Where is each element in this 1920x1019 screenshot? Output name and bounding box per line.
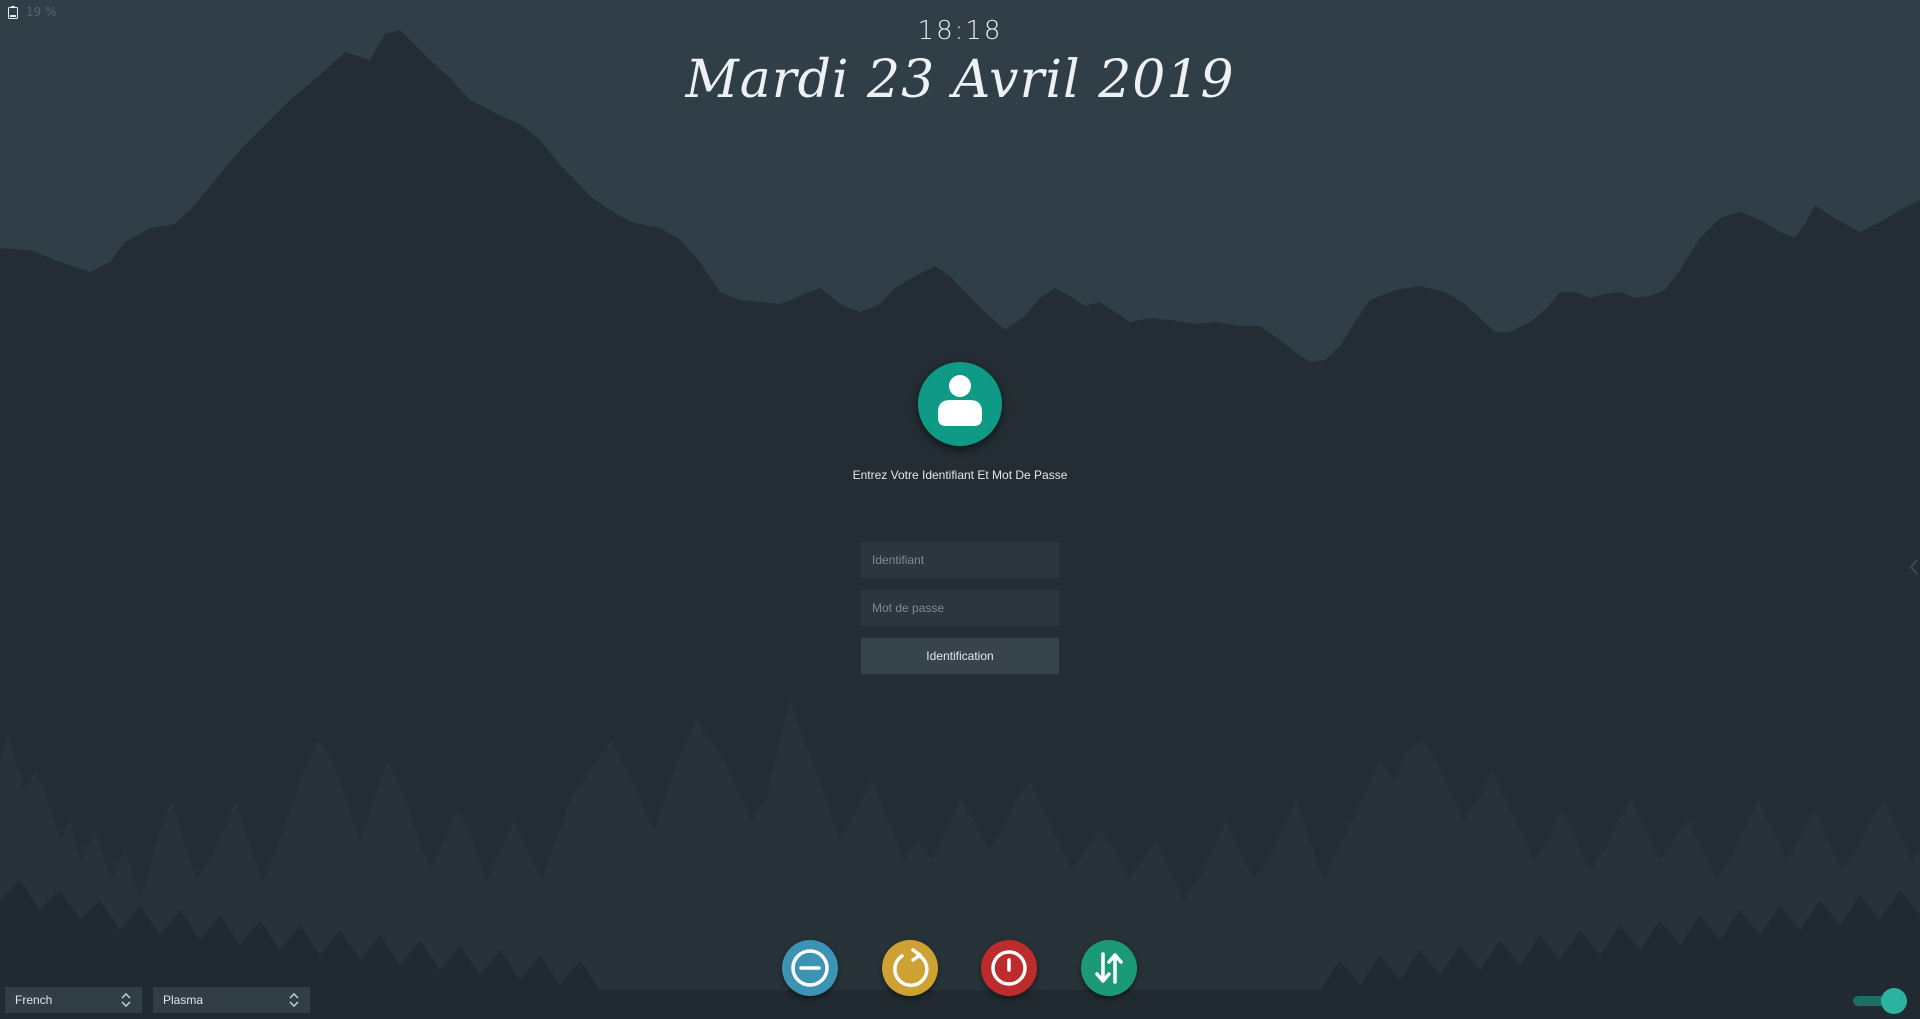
session-value: Plasma: [163, 993, 204, 1007]
clock-time: 18:18: [917, 16, 1003, 46]
mountain-forest-wallpaper: [0, 0, 1920, 1019]
session-select[interactable]: Plasma: [153, 987, 310, 1013]
power-icon: [991, 950, 1027, 986]
switch-user-button[interactable]: [1081, 940, 1137, 996]
reboot-button[interactable]: [882, 940, 938, 996]
keyboard-layout-select[interactable]: French: [5, 987, 142, 1013]
login-screen: 19 % 18:18 Mardi 23 Avril 2019 Entrez Vo…: [0, 0, 1920, 1019]
shutdown-button[interactable]: [981, 940, 1037, 996]
suspend-button[interactable]: [782, 940, 838, 996]
toggle-switch[interactable]: [1851, 988, 1911, 1014]
user-icon: [938, 375, 982, 426]
keyboard-layout-value: French: [15, 993, 53, 1007]
toggle-knob: [1881, 988, 1907, 1014]
chevron-left-icon[interactable]: [1908, 558, 1920, 576]
password-input[interactable]: [861, 590, 1059, 626]
minus-circle-icon: [791, 949, 829, 987]
up-down-chevron-icon: [121, 992, 131, 1008]
refresh-icon: [893, 948, 929, 988]
user-avatar[interactable]: [918, 362, 1002, 446]
up-down-chevron-icon: [289, 992, 299, 1008]
username-input[interactable]: [861, 542, 1059, 578]
clock-date: Mardi 23 Avril 2019: [685, 50, 1235, 110]
login-button[interactable]: Identification: [861, 638, 1059, 674]
swap-arrows-icon: [1095, 952, 1123, 984]
login-prompt: Entrez Votre Identifiant Et Mot De Passe: [852, 468, 1068, 482]
